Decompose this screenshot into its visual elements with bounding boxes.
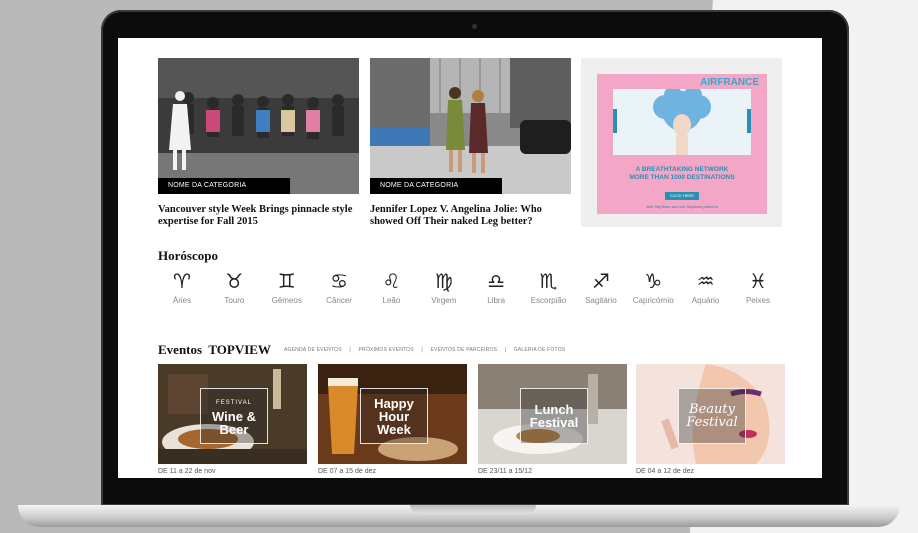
pisces-icon: ♓ <box>748 269 767 293</box>
news-card[interactable]: NOME DA CATEGORIA Vancouver style Week B… <box>158 58 359 228</box>
tab-agenda[interactable]: AGENDA DE EVENTOS <box>284 347 342 353</box>
virgo-icon: ♍ <box>434 269 453 293</box>
ad-cta-button[interactable]: CLICK HERE <box>665 192 699 200</box>
zodiac-label: Capricórnio <box>632 296 674 305</box>
laptop-screen: NOME DA CATEGORIA Vancouver style Week B… <box>118 38 822 478</box>
news-card[interactable]: NOME DA CATEGORIA Jennifer Lopez V. Ange… <box>370 58 571 228</box>
libra-icon: ♎ <box>487 269 506 293</box>
ad-small-print: with SkyTeam and our Skyteam partners <box>646 204 718 209</box>
tab-galeria[interactable]: GALERIA DE FOTOS <box>514 347 565 353</box>
taurus-icon: ♉ <box>225 269 244 293</box>
zodiac-label: Virgem <box>431 296 457 305</box>
zodiac-leo[interactable]: ♌ Leão <box>367 270 415 305</box>
aquarius-icon: ♒ <box>696 269 715 293</box>
events-title: Eventos TOPVIEW <box>158 342 271 357</box>
category-badge[interactable]: NOME DA CATEGORIA <box>158 178 290 194</box>
tab-proximos[interactable]: PRÓXIMOS EVENTOS <box>358 347 413 353</box>
zodiac-label: Aquário <box>691 296 720 305</box>
zodiac-label: Peixes <box>745 296 770 305</box>
ad-tagline-2: MORE THAN 1000 DESTINATIONS <box>629 174 735 181</box>
article-title[interactable]: Vancouver style Week Brings pinnacle sty… <box>158 204 359 228</box>
zodiac-taurus[interactable]: ♉ Touro <box>210 270 258 305</box>
event-image[interactable]: Lunch Festival <box>478 364 627 464</box>
celebrity-photo[interactable]: NOME DA CATEGORIA <box>370 58 571 194</box>
event-card[interactable]: Beauty Festival DE 04 a 12 de dez <box>636 364 785 475</box>
category-badge[interactable]: NOME DA CATEGORIA <box>370 178 502 194</box>
zodiac-cancer[interactable]: ♋ Câncer <box>315 270 363 305</box>
zodiac-label: Libra <box>487 296 506 305</box>
tab-separator: | <box>349 347 351 353</box>
event-label-box: FESTIVAL Wine & Beer <box>200 388 268 444</box>
zodiac-scorpio[interactable]: ♏ Escorpião <box>525 270 573 305</box>
zodiac-label: Leão <box>382 296 401 305</box>
zodiac-label: Áries <box>172 296 192 305</box>
tab-separator: | <box>504 347 507 353</box>
aries-icon: ♈ <box>173 269 191 293</box>
zodiac-virgo[interactable]: ♍ Virgem <box>420 270 468 305</box>
zodiac-label: Sagitário <box>585 296 617 305</box>
event-date: DE 04 a 12 de dez <box>636 468 694 475</box>
zodiac-sagittarius[interactable]: ♐ Sagitário <box>577 270 625 305</box>
zodiac-aries[interactable]: ♈ Áries <box>158 270 206 305</box>
zodiac-label: Escorpião <box>530 296 567 305</box>
event-label-box: Beauty Festival <box>678 388 746 444</box>
gemini-icon: ♊ <box>277 269 296 293</box>
laptop-notch <box>410 505 536 514</box>
zodiac-libra[interactable]: ♎ Libra <box>472 270 520 305</box>
event-image[interactable]: Happy Hour Week <box>318 364 467 464</box>
camera-icon <box>472 24 477 29</box>
event-date: DE 07 a 15 de dez <box>318 468 376 475</box>
event-label-box: Happy Hour Week <box>360 388 428 444</box>
tab-separator: | <box>421 347 423 353</box>
events-tabs: AGENDA DE EVENTOS | PRÓXIMOS EVENTOS | E… <box>284 347 571 353</box>
ad-photo <box>613 89 751 155</box>
zodiac-pisces[interactable]: ♓ Peixes <box>734 270 782 305</box>
event-label-small: FESTIVAL <box>216 399 252 406</box>
zodiac-aquarius[interactable]: ♒ Aquário <box>682 270 730 305</box>
capricorn-icon: ♑ <box>644 269 663 293</box>
zodiac-label: Touro <box>224 296 245 305</box>
horoscope-title: Horóscopo <box>158 248 218 263</box>
event-card[interactable]: FESTIVAL Wine & Beer DE 11 a 22 de nov <box>158 364 307 475</box>
advertisement[interactable]: AIRFRANCE A BREATHTAKING NETWORK MORE TH… <box>581 58 782 227</box>
event-image[interactable]: Beauty Festival <box>636 364 785 464</box>
sagittarius-icon: ♐ <box>591 269 610 293</box>
tab-parceiros[interactable]: EVENTOS DE PARCEIROS <box>431 347 498 353</box>
ad-tagline: A BREATHTAKING NETWORK MORE THAN 1000 DE… <box>597 166 767 182</box>
event-date: DE 11 a 22 de nov <box>158 468 216 475</box>
event-label: Wine & Beer <box>212 408 256 437</box>
zodiac-label: Câncer <box>326 296 352 305</box>
zodiac-gemini[interactable]: ♊ Gêmeos <box>263 270 311 305</box>
article-title[interactable]: Jennifer Lopez V. Angelina Jolie: Who sh… <box>370 204 571 228</box>
event-card[interactable]: Happy Hour Week DE 07 a 15 de dez <box>318 364 467 475</box>
zodiac-capricorn[interactable]: ♑ Capricórnio <box>629 270 677 305</box>
ad-banner[interactable]: AIRFRANCE A BREATHTAKING NETWORK MORE TH… <box>597 74 767 214</box>
ad-brand: AIRFRANCE <box>700 77 759 88</box>
event-card[interactable]: Lunch Festival DE 23/11 a 15/12 <box>478 364 627 475</box>
scorpio-icon: ♏ <box>539 269 558 293</box>
zodiac-row: ♈ Áries ♉ Touro ♊ Gêmeos ♋ Câncer ♌ Leão… <box>158 270 782 305</box>
event-label-box: Lunch Festival <box>520 388 588 444</box>
zodiac-label: Gêmeos <box>271 296 302 305</box>
ad-tagline-1: A BREATHTAKING NETWORK <box>635 166 729 173</box>
event-image[interactable]: FESTIVAL Wine & Beer <box>158 364 307 464</box>
event-date: DE 23/11 a 15/12 <box>478 468 532 475</box>
leo-icon: ♌ <box>382 269 401 293</box>
runway-photo[interactable]: NOME DA CATEGORIA <box>158 58 359 194</box>
cancer-icon: ♋ <box>330 269 349 293</box>
